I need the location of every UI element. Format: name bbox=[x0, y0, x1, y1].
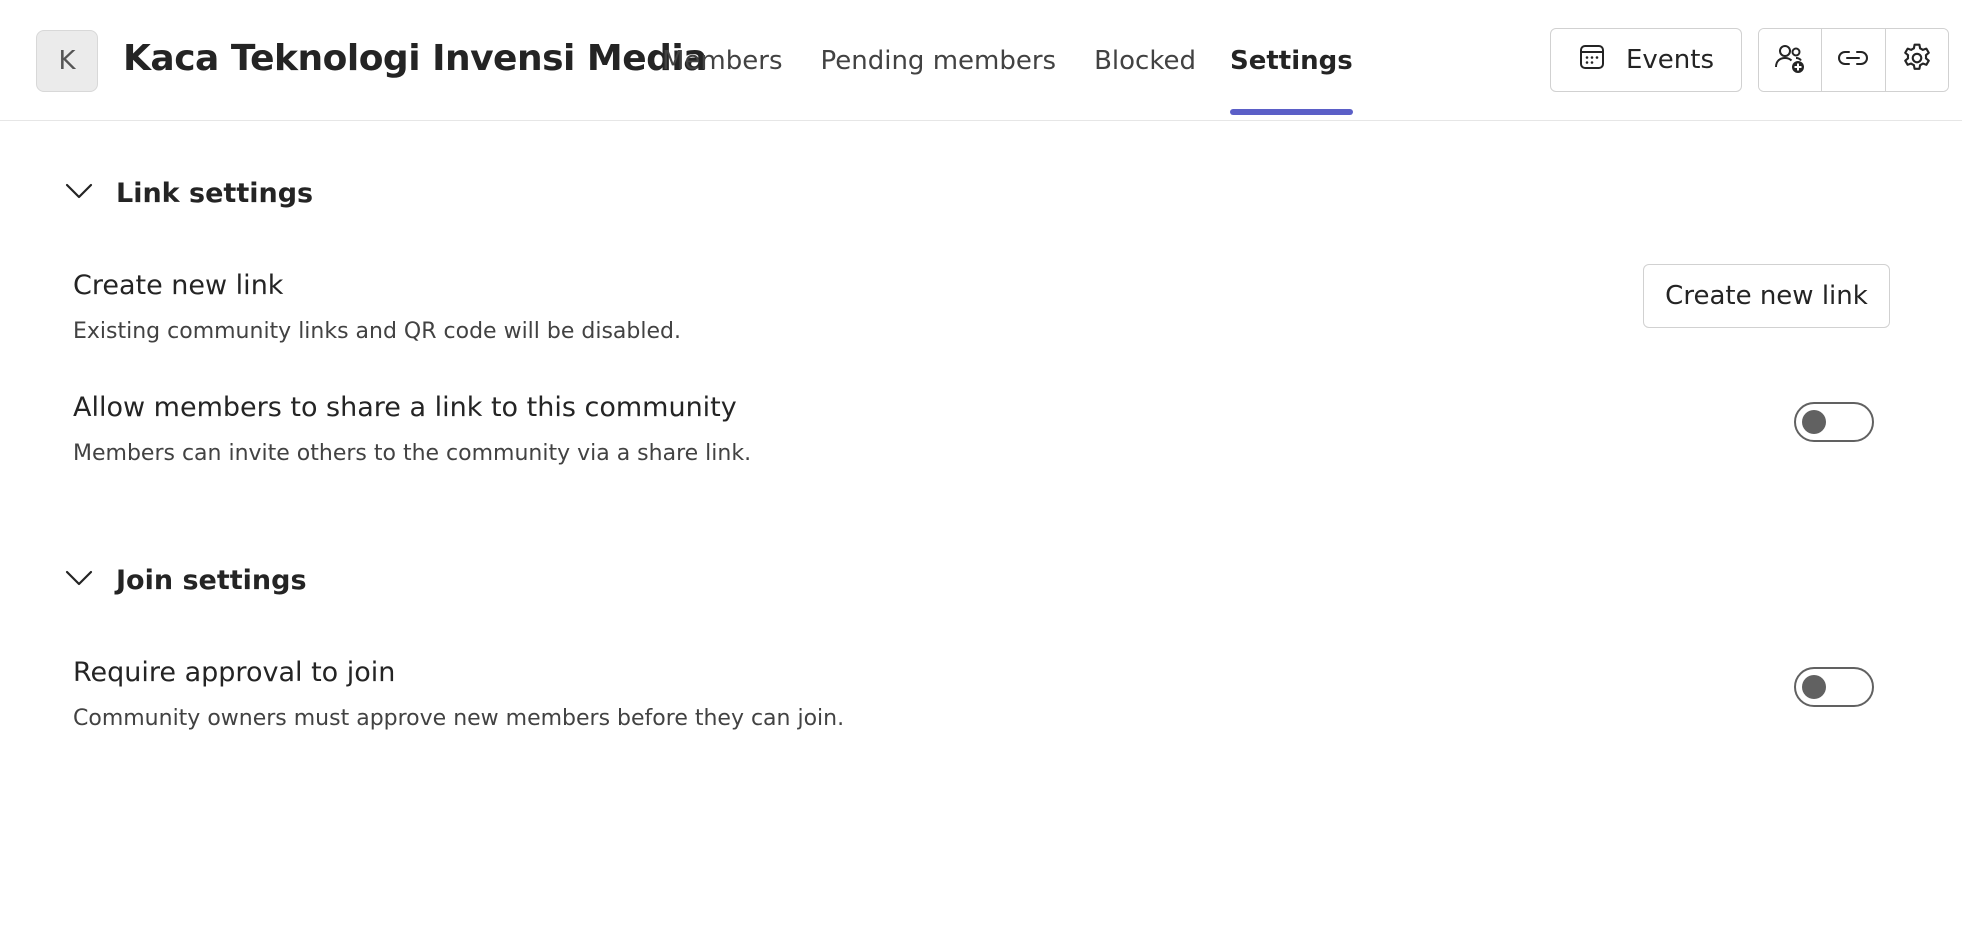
require-approval-title: Require approval to join bbox=[73, 657, 396, 688]
require-approval-description: Community owners must approve new member… bbox=[73, 706, 845, 731]
toggle-knob bbox=[1802, 410, 1826, 434]
allow-share-description: Members can invite others to the communi… bbox=[73, 441, 752, 466]
allow-share-title: Allow members to share a link to this co… bbox=[73, 392, 737, 423]
link-icon bbox=[1836, 41, 1870, 79]
tab-blocked[interactable]: Blocked bbox=[1094, 0, 1196, 121]
tab-bar: Members Pending members Blocked Settings bbox=[662, 0, 1353, 121]
avatar[interactable]: K bbox=[36, 30, 98, 92]
header-actions bbox=[1758, 28, 1949, 92]
join-settings-header[interactable]: Join settings bbox=[62, 561, 307, 599]
add-member-icon bbox=[1772, 40, 1808, 80]
avatar-initial: K bbox=[58, 46, 76, 76]
copy-link-button[interactable] bbox=[1822, 29, 1886, 91]
chevron-down-icon bbox=[62, 561, 96, 599]
active-tab-indicator bbox=[1230, 109, 1353, 115]
events-button[interactable]: Events bbox=[1550, 28, 1742, 92]
calendar-icon bbox=[1578, 43, 1606, 78]
tab-pending-members[interactable]: Pending members bbox=[821, 0, 1057, 121]
gear-icon bbox=[1900, 41, 1934, 79]
create-link-description: Existing community links and QR code wil… bbox=[73, 319, 681, 344]
create-new-link-button[interactable]: Create new link bbox=[1643, 264, 1890, 328]
community-title: Kaca Teknologi Invensi Media bbox=[123, 38, 708, 79]
events-label: Events bbox=[1625, 45, 1715, 75]
tab-members[interactable]: Members bbox=[662, 0, 783, 121]
create-link-title: Create new link bbox=[73, 270, 284, 301]
link-settings-header[interactable]: Link settings bbox=[62, 174, 313, 212]
settings-button[interactable] bbox=[1885, 29, 1948, 91]
join-settings-title: Join settings bbox=[116, 564, 307, 596]
allow-share-toggle[interactable] bbox=[1794, 402, 1874, 442]
link-settings-title: Link settings bbox=[116, 177, 314, 209]
require-approval-toggle[interactable] bbox=[1794, 667, 1874, 707]
toggle-knob bbox=[1802, 675, 1826, 699]
tab-settings[interactable]: Settings bbox=[1230, 0, 1353, 121]
community-header: K Kaca Teknologi Invensi Media Members P… bbox=[0, 0, 1962, 121]
chevron-down-icon bbox=[62, 174, 96, 212]
add-member-button[interactable] bbox=[1759, 29, 1823, 91]
